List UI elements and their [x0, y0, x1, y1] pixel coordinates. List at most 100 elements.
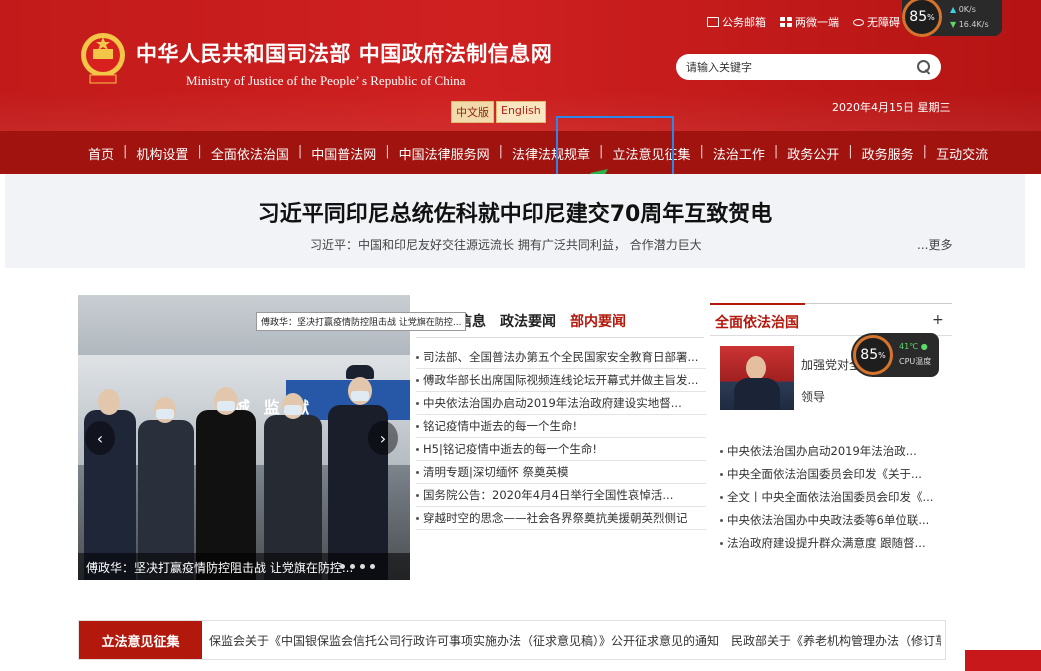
nav-separator: | [773, 144, 779, 159]
slider-figure-mask [284, 405, 302, 415]
slider-dot[interactable] [340, 564, 345, 569]
list-item[interactable]: 全文丨中央全面依法治国委员会印发《... [720, 486, 952, 509]
list-item[interactable]: H5|铭记疫情中逝去的每一个生命! [416, 438, 706, 461]
bullet-icon [720, 542, 723, 545]
rule-law-feature-photo[interactable] [720, 346, 794, 410]
nav-item-3[interactable]: 中国普法网 [311, 144, 376, 163]
chevron-right-icon: › [379, 428, 387, 448]
top-link-weibo-wechat[interactable]: 两微一端 [780, 14, 839, 30]
nav-list: 首页 | 机构设置 | 全面依法治国 | 中国普法网 | 中国法律服务网 | 法律法规规章 | 立法意见… [88, 144, 988, 163]
headline-subtitle[interactable]: 习近平：中国和印尼友好交往源远流长 拥有广泛共同利益， 合作潜力巨大 [310, 236, 702, 253]
slider-dot[interactable] [360, 564, 365, 569]
list-item[interactable]: 穿越时空的思念——社会各界祭奠抗美援朝英烈侧记 [416, 507, 706, 530]
news-item-title: 中央依法治国办启动2019年法治政府建设实地督... [423, 396, 682, 410]
list-item[interactable]: 法治政府建设提升群众满意度 跟随督... [720, 532, 952, 555]
photo-suit [734, 378, 780, 410]
tab-ministry-news[interactable]: 部内要闻 [570, 311, 626, 331]
nav-item-0[interactable]: 首页 [88, 144, 114, 163]
rule-law-list: 中央依法治国办启动2019年法治政... 中央全面依法治国委员会印发《关于...… [720, 440, 952, 555]
bullet-icon [416, 402, 419, 405]
list-item[interactable]: 铭记疫情中逝去的每一个生命! [416, 415, 706, 438]
news-photo-slider[interactable]: 城 监 狱 [78, 295, 410, 580]
chevron-left-icon: ‹ [96, 428, 104, 448]
list-item[interactable]: 傅政华部长出席国际视频连线论坛开幕式并做主旨发... [416, 369, 706, 392]
slider-figure-mask [351, 391, 369, 401]
news-item-title: 傅政华部长出席国际视频连线论坛开幕式并做主旨发... [423, 373, 699, 387]
news-item-title: 国务院公告：2020年4月4日举行全国性哀悼活... [423, 488, 674, 502]
headline-title[interactable]: 习近平同印尼总统佐科就中印尼建交70周年互致贺电 [5, 196, 1025, 228]
bullet-icon [720, 519, 723, 522]
list-item[interactable]: 中央全面依法治国委员会印发《关于... [720, 463, 952, 486]
top-link-accessibility[interactable]: 无障碍 [853, 14, 900, 30]
nav-item-2[interactable]: 全面依法治国 [211, 144, 289, 163]
nav-separator: | [297, 144, 303, 159]
nav-item-10[interactable]: 互动交流 [936, 144, 988, 163]
news-divider [416, 337, 704, 338]
lang-chinese-button[interactable]: 中文版 [451, 101, 494, 123]
upload-rate: ▲ 0K/s [950, 5, 976, 14]
nav-item-1[interactable]: 机构设置 [136, 144, 188, 163]
news-item-title: 清明专题|深切缅怀 祭奠英模 [423, 465, 569, 479]
list-item[interactable]: 中央依法治国办启动2019年法治政府建设实地督... [416, 392, 706, 415]
bullet-icon [416, 471, 419, 474]
nav-item-8[interactable]: 政务公开 [787, 144, 839, 163]
slider-dots [340, 564, 375, 569]
list-item[interactable]: 司法部、全国普法办第五个全民国家安全教育日部署... [416, 346, 706, 369]
news-item-title: 司法部、全国普法办第五个全民国家安全教育日部署... [423, 350, 699, 364]
rule-law-feature-sub[interactable]: 领导 [801, 388, 825, 405]
nav-separator: | [197, 144, 202, 159]
nav-separator: | [385, 144, 390, 159]
network-load-value: 85 [909, 9, 928, 25]
top-link-mail[interactable]: 公务邮箱 [707, 14, 766, 30]
lang-english-button[interactable]: English [496, 101, 546, 123]
bullet-icon [416, 494, 419, 497]
top-link-label: 无障碍 [867, 16, 900, 29]
nav-separator: | [123, 144, 128, 159]
network-speed-widget[interactable]: 85% ▲ 0K/s ▼ 16.4K/s [902, 0, 1002, 37]
rule-law-item-title: 中央依法治国办中央政法委等6单位联... [727, 513, 930, 527]
nav-item-7[interactable]: 法治工作 [713, 144, 765, 163]
nav-item-9[interactable]: 政务服务 [862, 144, 914, 163]
slider-prev-button[interactable]: ‹ [85, 421, 115, 455]
rule-law-item-title: 中央全面依法治国委员会印发《关于... [727, 467, 922, 481]
rule-law-item-title: 全文丨中央全面依法治国委员会印发《... [727, 490, 934, 504]
list-item[interactable]: 中央依法治国办启动2019年法治政... [720, 440, 952, 463]
search-icon[interactable] [917, 60, 931, 74]
list-item[interactable]: 国务院公告：2020年4月4日举行全国性哀悼活... [416, 484, 706, 507]
eye-icon [853, 18, 864, 26]
slider-dot[interactable] [350, 564, 355, 569]
rule-law-section-title[interactable]: 全面依法治国 [715, 312, 799, 332]
news-item-title: 铭记疫情中逝去的每一个生命! [423, 419, 578, 433]
cpu-load-value: 85 [860, 347, 879, 363]
arrow-down-icon: ▼ [950, 20, 959, 29]
rule-law-topline-gray [805, 303, 952, 304]
search-input[interactable] [686, 60, 917, 74]
plus-icon[interactable]: + [932, 312, 944, 328]
droplet-icon: ● [920, 342, 928, 351]
nav-separator: | [699, 144, 704, 159]
news-list: 司法部、全国普法办第五个全民国家安全教育日部署... 傅政华部长出席国际视频连线… [416, 346, 706, 530]
headline-more-link[interactable]: ...更多 [917, 236, 952, 253]
national-emblem-icon[interactable] [78, 27, 128, 87]
list-item[interactable]: 中央依法治国办中央政法委等6单位联... [720, 509, 952, 532]
slider-figure-head [98, 389, 120, 415]
bullet-icon [416, 448, 419, 451]
language-switch: 中文版 English [451, 101, 546, 123]
nav-separator: | [498, 144, 504, 159]
cpu-temp-text: 41℃ [899, 342, 919, 351]
cpu-temp-widget[interactable]: 85% 41℃ ● CPU温度 [851, 333, 939, 377]
tab-politics-law-news[interactable]: 政法要闻 [500, 311, 556, 331]
slider-dot[interactable] [370, 564, 375, 569]
ticker-text[interactable]: 保监会关于《中国银保监会信托公司行政许可事项实施办法（征求意见稿）》公开征求意见… [209, 632, 941, 649]
slider-next-button[interactable]: › [368, 421, 398, 455]
bullet-icon [416, 379, 419, 382]
list-item[interactable]: 清明专题|深切缅怀 祭奠英模 [416, 461, 706, 484]
site-title[interactable]: 中华人民共和国司法部 中国政府法制信息网 [136, 38, 552, 68]
ticker-label[interactable]: 立法意见征集 [79, 621, 202, 659]
nav-item-4[interactable]: 中国法律服务网 [399, 144, 490, 163]
slider-tooltip: 傅政华：坚决打赢疫情防控阻击战 让党旗在防控... [256, 312, 467, 331]
site-subtitle: Ministry of Justice of the People’ s Rep… [186, 73, 466, 88]
cpu-load-gauge: 85% [853, 335, 893, 375]
mail-icon [707, 17, 719, 27]
grid-icon [780, 17, 792, 27]
